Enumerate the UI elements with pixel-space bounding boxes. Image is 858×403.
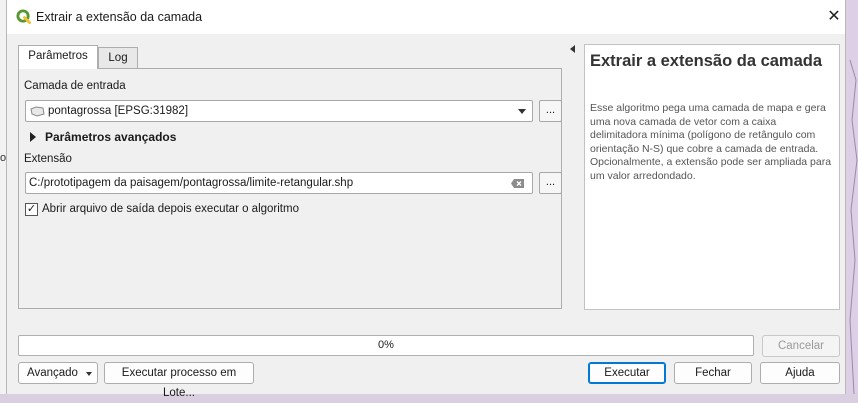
dialog-title: Extrair a extensão da camada: [36, 10, 203, 24]
tab-log[interactable]: Log: [98, 47, 138, 69]
progress-bar: 0%: [18, 335, 754, 356]
parameters-panel: Camada de entrada pontagrossa [EPSG:3198…: [18, 68, 562, 309]
clear-field-icon[interactable]: [511, 179, 524, 188]
close-button[interactable]: Fechar: [674, 362, 752, 384]
polygon-layer-icon: [30, 106, 45, 117]
qgis-logo-icon: [16, 9, 31, 24]
help-button[interactable]: Ajuda: [760, 362, 840, 384]
close-icon[interactable]: ✕: [825, 8, 843, 26]
advanced-parameters-toggle[interactable]: Parâmetros avançados: [45, 130, 176, 144]
help-description: Esse algoritmo pega uma camada de mapa e…: [590, 102, 832, 182]
extract-extent-dialog: Extrair a extensão da camada ✕ Parâmetro…: [6, 0, 846, 399]
open-output-label: Abrir arquivo de saída depois executar o…: [42, 203, 299, 215]
input-layer-combo[interactable]: pontagrossa [EPSG:31982]: [25, 100, 533, 122]
extent-options-button[interactable]: ...: [539, 172, 562, 194]
title-bar: Extrair a extensão da camada ✕: [7, 0, 845, 34]
input-layer-browse-button[interactable]: ...: [539, 100, 562, 122]
help-panel: Extrair a extensão da camada Esse algori…: [584, 44, 840, 310]
input-layer-label: Camada de entrada: [24, 80, 126, 92]
chevron-down-icon: [86, 372, 92, 376]
expand-triangle-icon[interactable]: [29, 132, 37, 142]
cancel-button[interactable]: Cancelar: [762, 335, 840, 357]
open-output-checkbox[interactable]: ✓: [25, 203, 38, 216]
extent-label: Extensão: [24, 153, 72, 165]
run-button[interactable]: Executar: [588, 362, 666, 384]
chevron-down-icon: [518, 109, 526, 114]
input-layer-value: pontagrossa [EPSG:31982]: [48, 105, 189, 117]
collapse-help-arrow-icon[interactable]: [570, 45, 575, 53]
extent-input[interactable]: C:/prototipagem da paisagem/pontagrossa/…: [25, 172, 533, 194]
help-title: Extrair a extensão da camada: [590, 52, 823, 70]
advanced-menu-button[interactable]: Avançado: [18, 362, 98, 384]
tab-parameters[interactable]: Parâmetros: [18, 45, 98, 69]
run-batch-button[interactable]: Executar processo em Lote...: [104, 362, 254, 399]
advanced-button-label: Avançado: [27, 367, 78, 379]
extent-value: C:/prototipagem da paisagem/pontagrossa/…: [29, 177, 354, 189]
map-canvas-edge: [846, 0, 858, 394]
